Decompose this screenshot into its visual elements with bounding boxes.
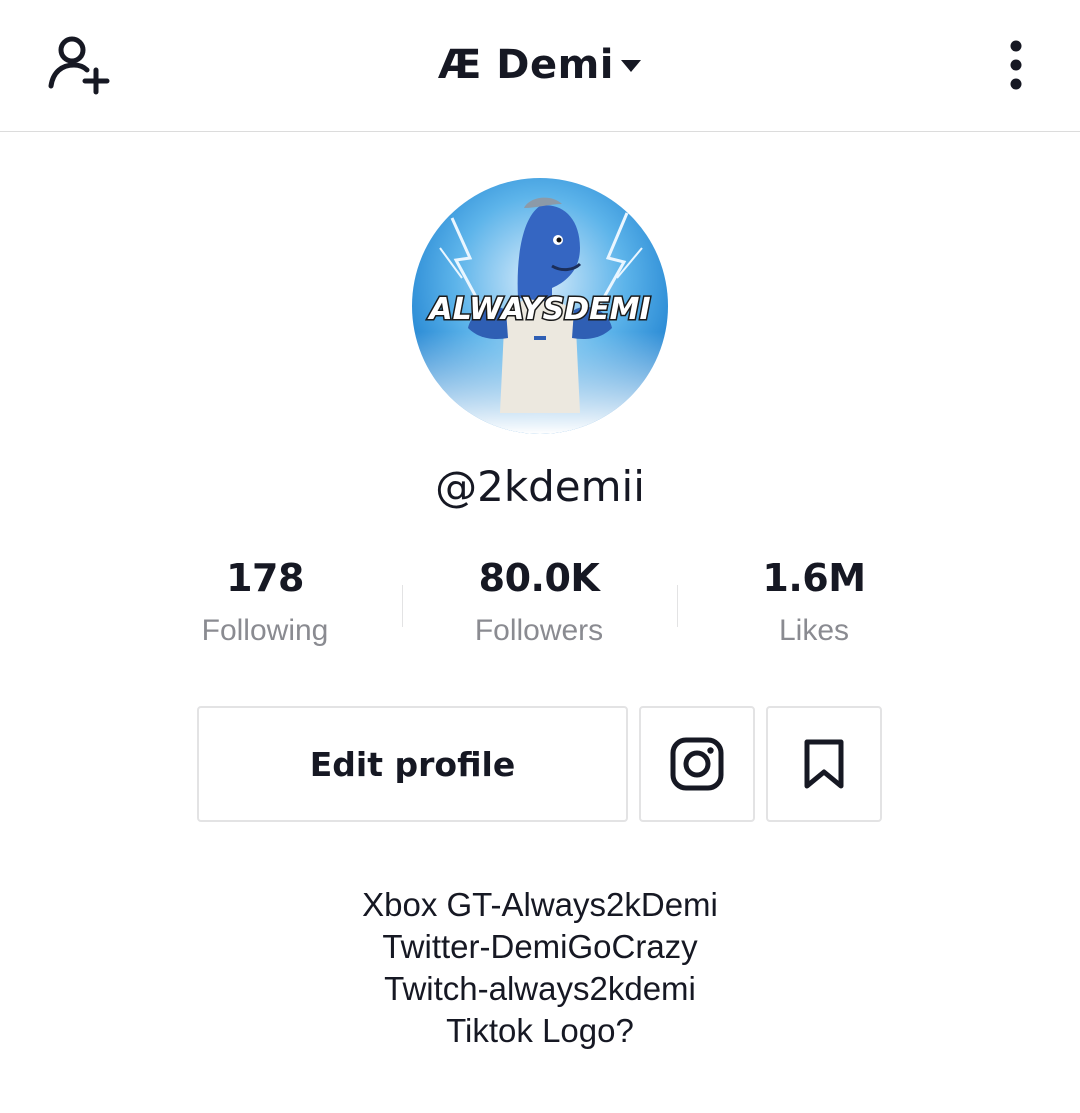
favorites-button[interactable]	[766, 706, 882, 822]
following-label: Following	[201, 614, 329, 647]
following-count: 178	[226, 556, 304, 600]
instagram-button[interactable]	[639, 706, 755, 822]
page-title: Æ Demi	[437, 42, 615, 88]
edit-profile-label: Edit profile	[309, 744, 516, 784]
stat-following[interactable]: 178 Following	[145, 556, 385, 648]
top-bar: Æ Demi	[0, 0, 1080, 132]
stat-divider	[677, 585, 678, 627]
stat-divider	[402, 585, 403, 627]
avatar-image: ALWAYSDEMI	[412, 178, 668, 434]
account-switcher[interactable]: Æ Demi	[0, 38, 1080, 92]
bio: Xbox GT-Always2kDemi Twitter-DemiGoCrazy…	[0, 884, 1080, 1052]
bio-line: Twitter-DemiGoCrazy	[382, 928, 698, 965]
likes-count: 1.6M	[762, 556, 866, 600]
bio-line: Twitch-always2kdemi	[384, 970, 696, 1007]
username: @2kdemii	[435, 462, 645, 511]
followers-count: 80.0K	[478, 556, 600, 600]
avatar[interactable]: ALWAYSDEMI	[412, 178, 668, 434]
edit-profile-button[interactable]: Edit profile	[197, 706, 628, 822]
stat-likes[interactable]: 1.6M Likes	[694, 556, 934, 648]
bio-line: Xbox GT-Always2kDemi	[362, 886, 718, 923]
bookmark-icon	[804, 739, 844, 789]
more-vertical-icon[interactable]	[998, 38, 1034, 92]
avatar-text: ALWAYSDEMI	[427, 292, 650, 327]
caret-down-icon	[621, 60, 642, 72]
bio-line: Tiktok Logo?	[446, 1012, 634, 1049]
stat-followers[interactable]: 80.0K Followers	[419, 556, 659, 648]
instagram-icon	[670, 737, 724, 791]
likes-label: Likes	[778, 614, 850, 647]
followers-label: Followers	[474, 614, 604, 647]
